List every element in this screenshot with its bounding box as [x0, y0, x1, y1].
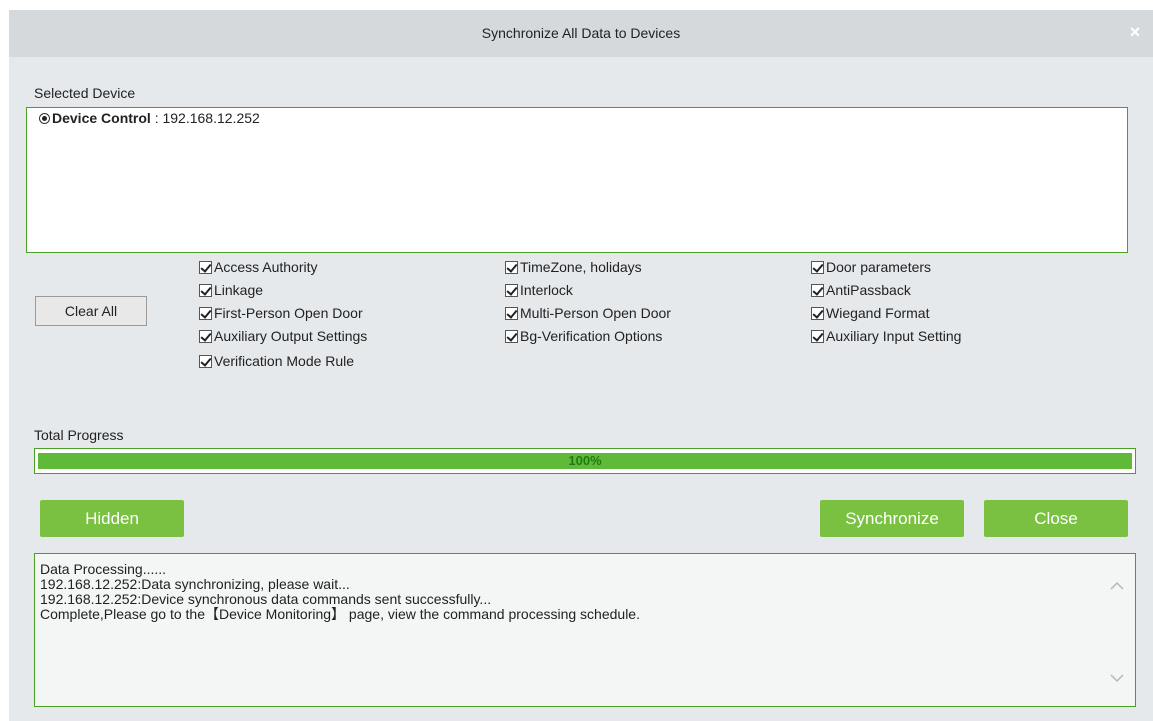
checkbox-icon[interactable] [199, 306, 212, 320]
log-line: Complete,Please go to the【Device Monitor… [40, 606, 640, 622]
option-label: Auxiliary Input Setting [826, 328, 962, 344]
option-label: TimeZone, holidays [520, 259, 642, 275]
option-label: Multi-Person Open Door [520, 305, 671, 321]
log-line: 192.168.12.252:Device synchronous data c… [40, 591, 492, 607]
option-linkage[interactable]: Linkage [199, 281, 263, 299]
option-wiegand-format[interactable]: Wiegand Format [811, 304, 929, 322]
option-interlock[interactable]: Interlock [505, 281, 573, 299]
log-output[interactable]: Data Processing...... 192.168.12.252:Dat… [34, 553, 1136, 707]
option-label: Bg-Verification Options [520, 328, 663, 344]
checkbox-icon[interactable] [199, 329, 212, 343]
log-line: 192.168.12.252:Data synchronizing, pleas… [40, 576, 350, 592]
option-first-person-open-door[interactable]: First-Person Open Door [199, 304, 363, 322]
log-line: Data Processing...... [40, 561, 167, 577]
option-label: Verification Mode Rule [214, 353, 355, 369]
option-auxiliary-output-settings[interactable]: Auxiliary Output Settings [199, 327, 367, 345]
option-label: Door parameters [826, 259, 932, 275]
option-label: Auxiliary Output Settings [214, 328, 368, 344]
checkbox-icon[interactable] [199, 354, 212, 368]
progress-text: 100% [568, 453, 602, 468]
checkbox-icon[interactable] [811, 329, 824, 343]
device-ip: 192.168.12.252 [162, 110, 260, 126]
device-list: Device Control : 192.168.12.252 [26, 107, 1128, 253]
checkbox-icon[interactable] [811, 283, 824, 297]
checkbox-icon[interactable] [505, 306, 518, 320]
progress-bar: 100% [34, 448, 1136, 474]
option-door-parameters[interactable]: Door parameters [811, 258, 931, 276]
checkbox-icon[interactable] [505, 283, 518, 297]
device-separator: : [150, 110, 163, 126]
checkbox-icon[interactable] [811, 260, 824, 274]
close-icon[interactable]: × [1126, 23, 1144, 41]
option-label: First-Person Open Door [214, 305, 363, 321]
option-access-authority[interactable]: Access Authority [199, 258, 318, 276]
device-radio[interactable] [39, 112, 50, 124]
device-item[interactable]: Device Control : 192.168.12.252 [39, 110, 260, 126]
checkbox-icon[interactable] [199, 283, 212, 297]
chevron-up-icon[interactable] [1109, 578, 1125, 594]
synchronize-button[interactable]: Synchronize [820, 500, 964, 537]
checkbox-icon[interactable] [811, 306, 824, 320]
option-label: Wiegand Format [826, 305, 930, 321]
total-progress-label: Total Progress [34, 427, 124, 443]
checkbox-icon[interactable] [505, 329, 518, 343]
checkbox-icon[interactable] [505, 260, 518, 274]
clear-all-button[interactable]: Clear All [35, 296, 147, 326]
device-name: Device Control [52, 110, 151, 126]
option-bg-verification-options[interactable]: Bg-Verification Options [505, 327, 662, 345]
option-label: Linkage [214, 282, 264, 298]
option-antipassback[interactable]: AntiPassback [811, 281, 911, 299]
option-label: Interlock [520, 282, 573, 298]
option-verification-mode-rule[interactable]: Verification Mode Rule [199, 352, 354, 370]
hidden-button[interactable]: Hidden [40, 500, 184, 537]
selected-device-label: Selected Device [34, 85, 136, 101]
title-bar[interactable]: Synchronize All Data to Devices × [9, 10, 1153, 57]
chevron-down-icon[interactable] [1109, 670, 1125, 686]
close-button[interactable]: Close [984, 500, 1128, 537]
dialog-title: Synchronize All Data to Devices [481, 25, 681, 41]
option-timezone-holidays[interactable]: TimeZone, holidays [505, 258, 642, 276]
option-label: AntiPassback [826, 282, 911, 298]
option-multi-person-open-door[interactable]: Multi-Person Open Door [505, 304, 671, 322]
radio-dot-icon [42, 115, 47, 121]
checkbox-icon[interactable] [199, 260, 212, 274]
option-label: Access Authority [214, 259, 318, 275]
option-auxiliary-input-setting[interactable]: Auxiliary Input Setting [811, 327, 961, 345]
